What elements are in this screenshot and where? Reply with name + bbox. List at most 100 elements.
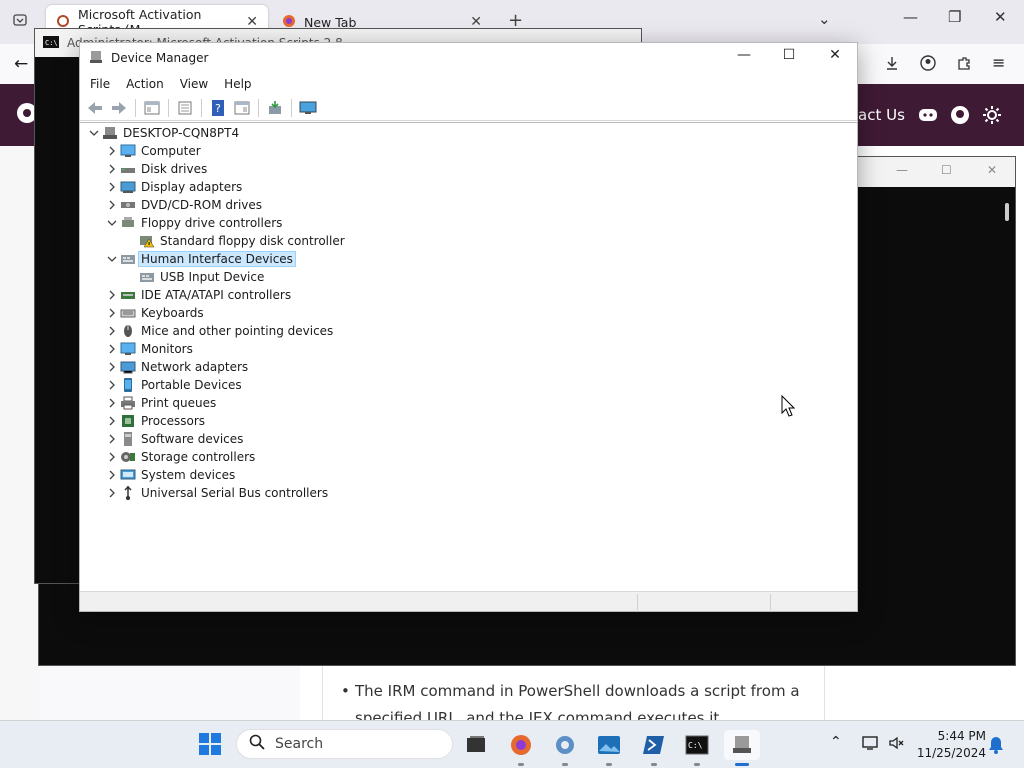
expand-chevron-icon[interactable] [106, 358, 118, 376]
tree-device[interactable]: Standard floppy disk controller [139, 232, 345, 250]
tree-device[interactable]: USB Input Device [139, 268, 264, 286]
theme-toggle-icon[interactable] [982, 105, 1002, 128]
expand-chevron-icon[interactable] [106, 160, 118, 178]
firefox-taskbar-icon[interactable] [506, 730, 536, 766]
tree-category[interactable]: Floppy drive controllers [107, 214, 282, 232]
close-icon[interactable]: ✕ [994, 8, 1007, 26]
update-driver-icon[interactable] [264, 98, 286, 118]
tree-category[interactable]: Mice and other pointing devices [109, 322, 333, 340]
expand-chevron-icon[interactable] [106, 484, 118, 502]
tree-category[interactable]: DVD/CD-ROM drives [109, 196, 262, 214]
show-hidden-icons-chevron[interactable]: ⌃ [830, 734, 842, 750]
svg-text:?: ? [215, 102, 221, 115]
download-icon[interactable] [884, 55, 900, 74]
tree-category[interactable]: Universal Serial Bus controllers [109, 484, 328, 502]
collapse-chevron-icon[interactable] [88, 124, 100, 142]
menu-file[interactable]: File [90, 77, 120, 91]
tree-category[interactable]: Computer [109, 142, 201, 160]
show-hide-console-tree-icon[interactable] [141, 98, 163, 118]
svg-text:C:\: C:\ [45, 39, 58, 47]
root-computer-icon [102, 126, 118, 140]
clock-date[interactable]: 11/25/2024 [916, 746, 986, 760]
expand-chevron-icon[interactable] [106, 304, 118, 322]
tree-category[interactable]: Storage controllers [109, 448, 255, 466]
menu-icon[interactable]: ≡ [992, 53, 1005, 72]
maximize-icon[interactable]: ☐ [941, 163, 952, 177]
portable-device-icon [120, 378, 136, 392]
expand-chevron-icon[interactable] [106, 448, 118, 466]
taskbar-search[interactable]: Search [236, 729, 453, 759]
device-manager-window[interactable]: Device Manager — ☐ ✕ File Action View He… [79, 42, 858, 612]
discord-icon[interactable] [918, 106, 938, 127]
expand-chevron-icon[interactable] [106, 430, 118, 448]
powershell-icon[interactable] [639, 730, 669, 766]
clock-time[interactable]: 5:44 PM [936, 729, 986, 743]
forward-arrow-icon[interactable] [108, 98, 130, 118]
collapse-chevron-icon[interactable] [106, 214, 118, 232]
tree-root-computer[interactable]: DESKTOP-CQN8PT4 [89, 124, 239, 142]
scrollbar-thumb[interactable] [1005, 203, 1009, 221]
tree-category[interactable]: Keyboards [109, 304, 204, 322]
contact-us-link[interactable]: act Us [858, 106, 905, 124]
maximize-icon[interactable]: ❐ [948, 8, 961, 26]
tab-list-icon[interactable] [12, 12, 28, 31]
close-icon[interactable]: ✕ [987, 163, 997, 177]
extensions-icon[interactable] [956, 55, 972, 74]
minimize-icon[interactable]: — [896, 163, 908, 177]
settings-gear-icon[interactable] [550, 730, 580, 766]
tree-category[interactable]: IDE ATA/ATAPI controllers [109, 286, 291, 304]
scan-hardware-changes-icon[interactable] [297, 98, 319, 118]
tree-category[interactable]: Disk drives [109, 160, 207, 178]
tree-category[interactable]: Processors [109, 412, 205, 430]
hid-icon [139, 270, 155, 284]
tree-category[interactable]: Human Interface Devices [107, 250, 296, 268]
expand-chevron-icon[interactable] [106, 340, 118, 358]
toolbar-divider [135, 98, 136, 117]
expand-chevron-icon[interactable] [106, 394, 118, 412]
minimize-icon[interactable]: — [903, 8, 918, 26]
photos-icon[interactable] [594, 730, 624, 766]
account-icon[interactable] [920, 55, 936, 74]
menu-action[interactable]: Action [126, 77, 174, 91]
list-all-tabs-icon[interactable]: ⌄ [818, 10, 831, 28]
tree-category[interactable]: Portable Devices [109, 376, 242, 394]
minimize-button[interactable]: — [722, 47, 766, 69]
maximize-button[interactable]: ☐ [767, 47, 811, 69]
tree-category[interactable]: Print queues [109, 394, 216, 412]
collapse-chevron-icon[interactable] [106, 250, 118, 268]
volume-muted-icon[interactable] [888, 735, 906, 754]
close-button[interactable]: ✕ [813, 47, 857, 69]
properties-icon[interactable] [174, 98, 196, 118]
expand-chevron-icon[interactable] [106, 286, 118, 304]
device-manager-icon [89, 50, 103, 67]
task-view-icon[interactable] [461, 730, 491, 760]
device-manager-taskbar-icon[interactable] [724, 730, 760, 766]
expand-chevron-icon[interactable] [106, 142, 118, 160]
tree-node-label: Network adapters [141, 360, 249, 374]
expand-chevron-icon[interactable] [106, 178, 118, 196]
mouse-pointer-icon [781, 394, 796, 420]
expand-chevron-icon[interactable] [106, 412, 118, 430]
expand-chevron-icon[interactable] [106, 466, 118, 484]
show-hide-action-pane-icon[interactable] [231, 98, 253, 118]
menu-view[interactable]: View [180, 77, 218, 91]
tree-node-label: System devices [141, 468, 236, 482]
expand-chevron-icon[interactable] [106, 196, 118, 214]
network-icon[interactable] [861, 735, 879, 754]
tree-category[interactable]: System devices [109, 466, 236, 484]
back-arrow-icon[interactable]: ← [14, 54, 28, 74]
start-windows-icon[interactable] [198, 732, 222, 759]
expand-chevron-icon[interactable] [106, 376, 118, 394]
command-prompt-icon[interactable]: C:\ [682, 730, 712, 766]
menu-help[interactable]: Help [224, 77, 261, 91]
tree-category[interactable]: Display adapters [109, 178, 242, 196]
tree-category[interactable]: Monitors [109, 340, 193, 358]
expand-chevron-icon[interactable] [106, 322, 118, 340]
back-arrow-icon[interactable] [84, 98, 106, 118]
network-adapter-icon [120, 360, 136, 374]
github-icon[interactable] [950, 105, 970, 128]
help-icon[interactable]: ? [207, 98, 229, 118]
notification-bell-icon[interactable] [988, 736, 1004, 757]
tree-category[interactable]: Software devices [109, 430, 243, 448]
tree-category[interactable]: Network adapters [109, 358, 249, 376]
